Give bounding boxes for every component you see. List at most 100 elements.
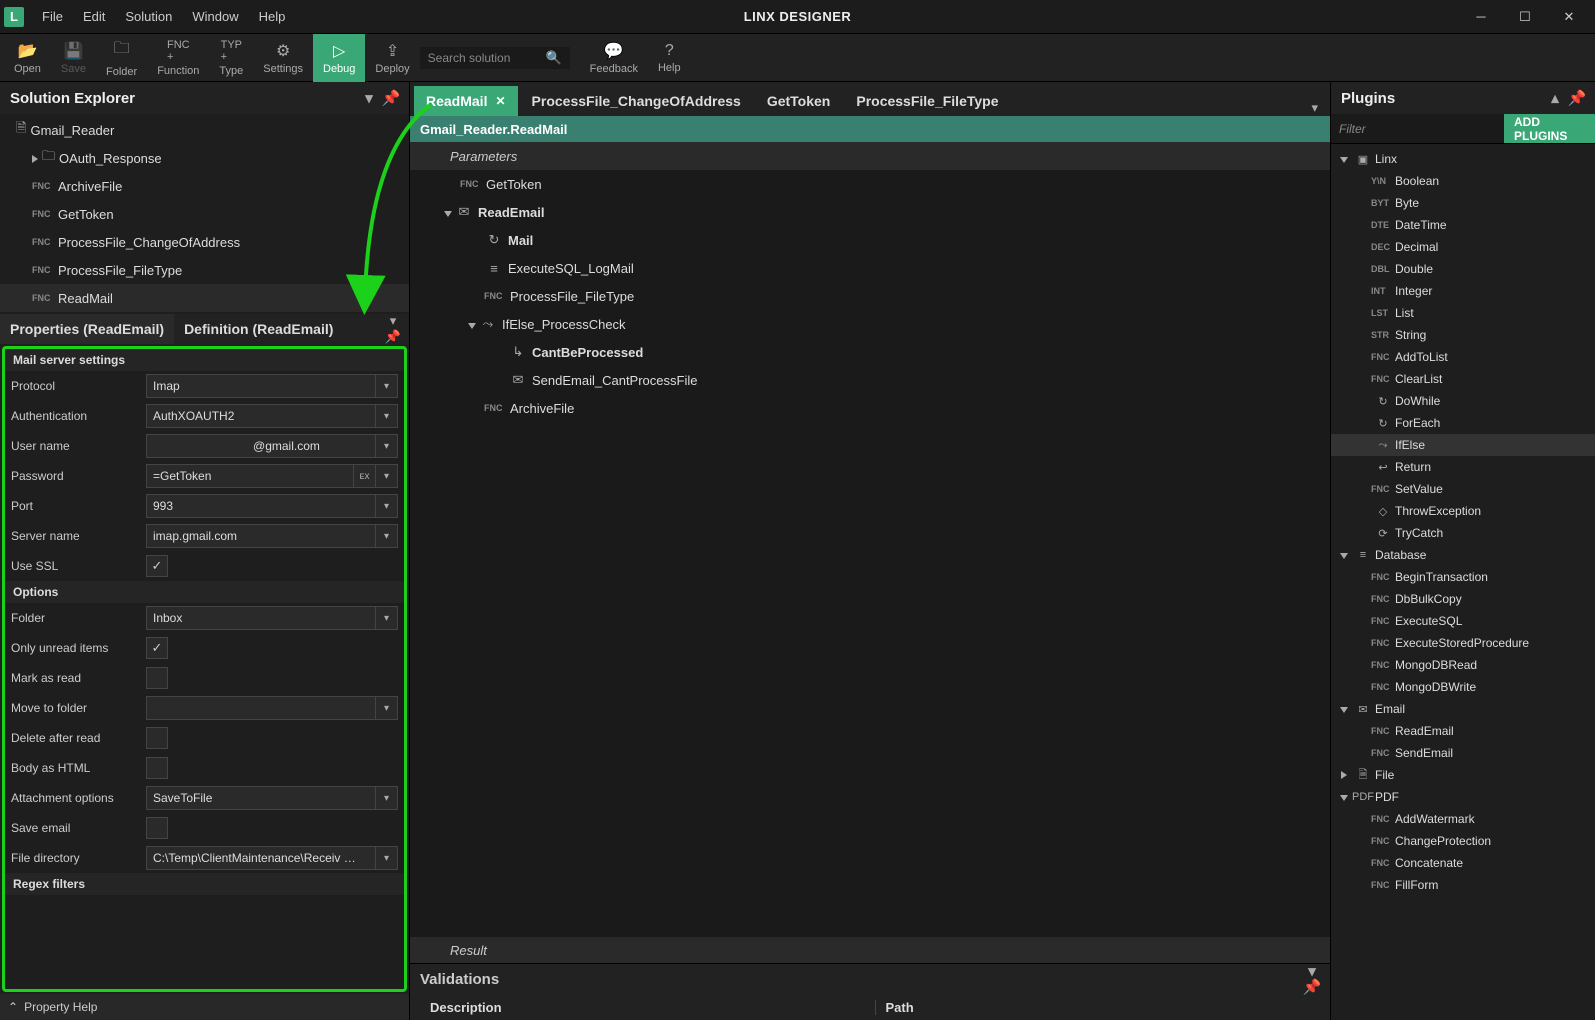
menu-help[interactable]: Help xyxy=(249,0,296,34)
solution-item[interactable]: FNCProcessFile_ChangeOfAddress xyxy=(0,228,409,256)
editor-tab[interactable]: ReadMail✕ xyxy=(414,86,518,116)
debug-button[interactable]: ▷Debug xyxy=(313,34,365,82)
folder-button[interactable]: 🗀Folder xyxy=(96,34,147,82)
property-input[interactable] xyxy=(146,606,376,630)
plugin-item[interactable]: ↻DoWhile xyxy=(1331,390,1595,412)
plugin-item[interactable]: FNCExecuteStoredProcedure xyxy=(1331,632,1595,654)
plugin-item[interactable]: FNCFillForm xyxy=(1331,874,1595,896)
type-button[interactable]: TYP+Type xyxy=(209,34,253,82)
plugin-item[interactable]: INTInteger xyxy=(1331,280,1595,302)
plugin-item[interactable]: Y\NBoolean xyxy=(1331,170,1595,192)
editor-tab[interactable]: ProcessFile_FileType xyxy=(844,86,1010,116)
flow-item[interactable]: ↳CantBeProcessed xyxy=(410,338,1330,366)
expand-icon[interactable]: ▾ xyxy=(361,90,377,106)
dropdown-icon[interactable] xyxy=(376,434,398,458)
settings-button[interactable]: ⚙Settings xyxy=(253,34,313,82)
pin-icon[interactable]: 📌 xyxy=(385,329,401,345)
expand-icon[interactable]: ▾ xyxy=(385,313,401,329)
plugin-item[interactable]: FNCExecuteSQL xyxy=(1331,610,1595,632)
editor-tab[interactable]: GetToken xyxy=(755,86,843,116)
property-input[interactable] xyxy=(146,494,376,518)
plugin-item[interactable]: BYTByte xyxy=(1331,192,1595,214)
plugin-item[interactable]: ↩Return xyxy=(1331,456,1595,478)
function-button[interactable]: FNC+Function xyxy=(147,34,209,82)
property-input[interactable] xyxy=(146,846,376,870)
plugin-item[interactable]: STRString xyxy=(1331,324,1595,346)
help-button[interactable]: ?Help xyxy=(648,34,691,82)
menu-edit[interactable]: Edit xyxy=(73,0,115,34)
close-button[interactable]: ✕ xyxy=(1547,0,1591,34)
plugin-item[interactable]: ◇ThrowException xyxy=(1331,500,1595,522)
plugin-item[interactable]: ≡Database xyxy=(1331,544,1595,566)
plugin-item[interactable]: PDFPDF xyxy=(1331,786,1595,808)
dropdown-icon[interactable] xyxy=(376,374,398,398)
expand-icon[interactable] xyxy=(1337,768,1351,782)
properties-tab[interactable]: Properties (ReadEmail) xyxy=(0,314,174,344)
property-input[interactable] xyxy=(146,404,376,428)
checkbox[interactable] xyxy=(146,667,168,689)
flow-item[interactable]: FNCArchiveFile xyxy=(410,394,1330,422)
plugin-item[interactable]: FNCConcatenate xyxy=(1331,852,1595,874)
plugin-item[interactable]: DECDecimal xyxy=(1331,236,1595,258)
dropdown-icon[interactable] xyxy=(376,696,398,720)
plugin-item[interactable]: FNCClearList xyxy=(1331,368,1595,390)
property-input[interactable] xyxy=(146,696,376,720)
expand-icon[interactable] xyxy=(1337,548,1351,562)
pin-icon[interactable]: 📌 xyxy=(1569,90,1585,106)
close-icon[interactable]: ✕ xyxy=(495,94,505,108)
dropdown-icon[interactable] xyxy=(376,464,398,488)
open-button[interactable]: 📂Open xyxy=(4,34,51,82)
flow-item[interactable]: ⤳IfElse_ProcessCheck xyxy=(410,310,1330,338)
checkbox[interactable]: ✓ xyxy=(146,637,168,659)
dropdown-icon[interactable] xyxy=(376,846,398,870)
feedback-button[interactable]: 💬Feedback xyxy=(580,34,648,82)
checkbox[interactable] xyxy=(146,727,168,749)
property-input[interactable] xyxy=(146,434,376,458)
maximize-button[interactable]: ☐ xyxy=(1503,0,1547,34)
project-row[interactable]: 🗎 Gmail_Reader xyxy=(0,116,409,144)
flow-item[interactable]: FNCProcessFile_FileType xyxy=(410,282,1330,310)
property-input[interactable] xyxy=(146,464,354,488)
plugin-item[interactable]: FNCAddWatermark xyxy=(1331,808,1595,830)
flow-item[interactable]: ≡ExecuteSQL_LogMail xyxy=(410,254,1330,282)
tab-menu-icon[interactable]: ▾ xyxy=(1303,100,1326,116)
flow-item[interactable]: ✉ReadEmail xyxy=(410,198,1330,226)
flow-item[interactable]: FNCGetToken xyxy=(410,170,1330,198)
save-button[interactable]: 💾Save xyxy=(51,34,96,82)
menu-window[interactable]: Window xyxy=(182,0,248,34)
search-icon[interactable]: 🔍 xyxy=(545,50,561,66)
menu-solution[interactable]: Solution xyxy=(115,0,182,34)
flow-item[interactable]: ↻Mail xyxy=(410,226,1330,254)
minimize-button[interactable]: ─ xyxy=(1459,0,1503,34)
dropdown-icon[interactable] xyxy=(376,606,398,630)
expand-icon[interactable] xyxy=(468,317,476,332)
plugin-item[interactable]: LSTList xyxy=(1331,302,1595,324)
plugin-item[interactable]: ✉Email xyxy=(1331,698,1595,720)
solution-item[interactable]: FNCProcessFile_FileType xyxy=(0,256,409,284)
expand-icon[interactable] xyxy=(1337,152,1351,166)
expression-button[interactable]: ᴇx xyxy=(354,464,376,488)
solution-item[interactable]: FNCGetToken xyxy=(0,200,409,228)
expand-icon[interactable] xyxy=(1337,702,1351,716)
property-help[interactable]: ⌃ Property Help xyxy=(0,994,409,1020)
pin-icon[interactable]: 📌 xyxy=(383,90,399,106)
property-input[interactable] xyxy=(146,786,376,810)
dropdown-icon[interactable] xyxy=(376,524,398,548)
editor-tab[interactable]: ProcessFile_ChangeOfAddress xyxy=(520,86,753,116)
plugin-item[interactable]: DTEDateTime xyxy=(1331,214,1595,236)
plugin-item[interactable]: ▣Linx xyxy=(1331,148,1595,170)
plugin-item[interactable]: DBLDouble xyxy=(1331,258,1595,280)
expand-icon[interactable] xyxy=(444,205,452,220)
deploy-button[interactable]: ⇪Deploy xyxy=(365,34,419,82)
flow-item[interactable]: ✉SendEmail_CantProcessFile xyxy=(410,366,1330,394)
dropdown-icon[interactable] xyxy=(376,494,398,518)
plugin-item[interactable]: 🗎File xyxy=(1331,764,1595,786)
expand-icon[interactable] xyxy=(1337,790,1351,804)
plugin-item[interactable]: ⤳IfElse xyxy=(1331,434,1595,456)
plugin-item[interactable]: FNCReadEmail xyxy=(1331,720,1595,742)
plugin-item[interactable]: FNCChangeProtection xyxy=(1331,830,1595,852)
plugin-item[interactable]: FNCDbBulkCopy xyxy=(1331,588,1595,610)
plugin-item[interactable]: FNCAddToList xyxy=(1331,346,1595,368)
property-input[interactable] xyxy=(146,524,376,548)
expand-icon[interactable]: ▴ xyxy=(1547,90,1563,106)
